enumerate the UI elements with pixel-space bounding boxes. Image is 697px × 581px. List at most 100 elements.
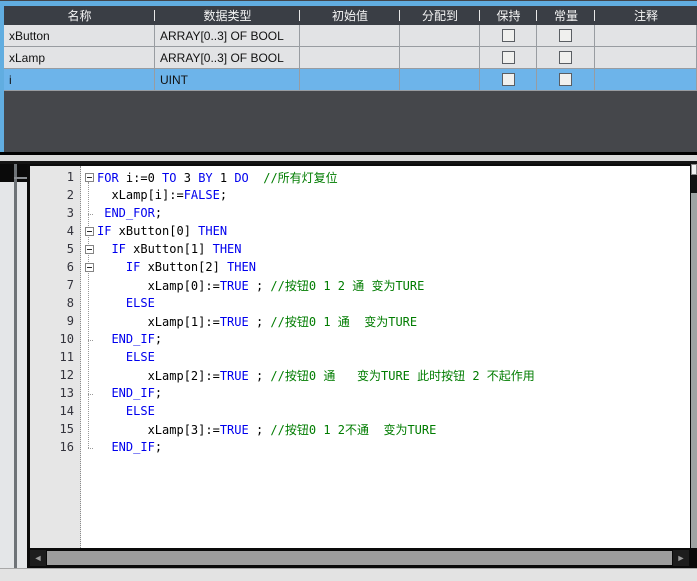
- column-header-label: 常量: [554, 7, 578, 24]
- cell-constant[interactable]: [537, 47, 595, 69]
- cell-text: ARRAY[0..3] OF BOOL: [160, 51, 284, 65]
- cell-comment[interactable]: [595, 47, 697, 69]
- table-header-row: 名称 数据类型 初始值 分配到 保持 常量注释: [4, 6, 697, 25]
- cell-type[interactable]: ARRAY[0..3] OF BOOL: [155, 25, 300, 47]
- code-line-11[interactable]: 11 ELSE: [30, 348, 690, 366]
- cell-text: UINT: [160, 73, 188, 87]
- constant-checkbox[interactable]: [559, 73, 572, 86]
- code-editor-surface[interactable]: 1FOR i:=0 TO 3 BY 1 DO //所有灯复位2 xLamp[i]…: [30, 166, 690, 548]
- code-line-16[interactable]: 16 END_IF;: [30, 438, 690, 456]
- code-line-10[interactable]: 10 END_IF;: [30, 330, 690, 348]
- retain-checkbox[interactable]: [502, 29, 515, 42]
- code-text: IF xButton[1] THEN: [97, 242, 242, 256]
- horizontal-scrollbar-thumb[interactable]: [47, 551, 672, 565]
- column-header-comment: 注释: [595, 6, 697, 25]
- cell-assign[interactable]: [400, 47, 480, 69]
- code-line-14[interactable]: 14 ELSE: [30, 402, 690, 420]
- cell-assign[interactable]: [400, 69, 480, 91]
- cell-retain[interactable]: [480, 69, 537, 91]
- var-row-xLamp[interactable]: xLamp ARRAY[0..3] OF BOOL: [4, 47, 697, 69]
- variable-declaration-table: 名称 数据类型 初始值 分配到 保持 常量注释 xButton ARRAY[0..3] OF…: [0, 0, 697, 152]
- code-text: xLamp[1]:=TRUE ; //按钮0 1 通 变为TURE: [97, 313, 417, 330]
- code-line-15[interactable]: 15 xLamp[3]:=TRUE ; //按钮0 1 2不通 变为TURE: [30, 420, 690, 438]
- cell-name[interactable]: xLamp: [4, 47, 155, 69]
- horizontal-scrollbar[interactable]: ◄ ►: [27, 548, 692, 568]
- scroll-left-icon[interactable]: ◄: [30, 550, 46, 566]
- st-code-editor[interactable]: 1FOR i:=0 TO 3 BY 1 DO //所有灯复位2 xLamp[i]…: [27, 164, 692, 548]
- fold-column: [81, 173, 97, 182]
- line-number: 9: [30, 314, 81, 328]
- fold-end-tick: [88, 213, 93, 215]
- line-number: 7: [30, 278, 81, 292]
- constant-checkbox[interactable]: [559, 51, 572, 64]
- fold-collapse-icon[interactable]: [85, 245, 94, 254]
- vertical-scrollbar-thumb[interactable]: [691, 175, 697, 193]
- fold-end-tick: [88, 339, 93, 341]
- scroll-right-icon[interactable]: ►: [673, 550, 689, 566]
- code-line-2[interactable]: 2 xLamp[i]:=FALSE;: [30, 186, 690, 204]
- cell-text: i: [9, 73, 12, 87]
- code-line-3[interactable]: 3 END_FOR;: [30, 204, 690, 222]
- fold-collapse-icon[interactable]: [85, 263, 94, 272]
- code-line-1[interactable]: 1 FOR i:=0 TO 3 BY 1 DO //所有灯复位: [30, 168, 690, 186]
- cell-name[interactable]: i: [4, 69, 155, 91]
- cell-text: xLamp: [9, 51, 45, 65]
- code-line-13[interactable]: 13 END_IF;: [30, 384, 690, 402]
- cell-type[interactable]: UINT: [155, 69, 300, 91]
- column-header-label: 分配到: [422, 7, 458, 24]
- code-line-6[interactable]: 6 IF xButton[2] THEN: [30, 258, 690, 276]
- retain-checkbox[interactable]: [502, 51, 515, 64]
- cell-init[interactable]: [300, 25, 400, 47]
- code-text: IF xButton[0] THEN: [97, 224, 227, 238]
- var-row-i[interactable]: i UINT: [4, 69, 697, 91]
- code-text: xLamp[i]:=FALSE;: [97, 188, 227, 202]
- retain-checkbox[interactable]: [502, 73, 515, 86]
- cell-retain[interactable]: [480, 25, 537, 47]
- line-number: 15: [30, 422, 81, 436]
- cell-assign[interactable]: [400, 25, 480, 47]
- line-number: 10: [30, 332, 81, 346]
- code-text: ELSE: [97, 296, 155, 310]
- column-header-label: 保持: [496, 7, 520, 24]
- code-line-8[interactable]: 8 ELSE: [30, 294, 690, 312]
- cell-comment[interactable]: [595, 69, 697, 91]
- margin-guide-line: [14, 164, 17, 568]
- code-line-9[interactable]: 9 xLamp[1]:=TRUE ; //按钮0 1 通 变为TURE: [30, 312, 690, 330]
- line-number: 6: [30, 260, 81, 274]
- column-header-label: 数据类型: [203, 7, 251, 24]
- constant-checkbox[interactable]: [559, 29, 572, 42]
- line-number: 2: [30, 188, 81, 202]
- code-lines: 1FOR i:=0 TO 3 BY 1 DO //所有灯复位2 xLamp[i]…: [30, 168, 690, 456]
- cell-constant[interactable]: [537, 25, 595, 47]
- line-number: 12: [30, 368, 81, 382]
- cell-name[interactable]: xButton: [4, 25, 155, 47]
- code-text: FOR i:=0 TO 3 BY 1 DO //所有灯复位: [97, 169, 338, 186]
- cell-retain[interactable]: [480, 47, 537, 69]
- code-line-12[interactable]: 12 xLamp[2]:=TRUE ; //按钮0 通 变为TURE 此时按钮 …: [30, 366, 690, 384]
- cell-comment[interactable]: [595, 25, 697, 47]
- fold-collapse-icon[interactable]: [85, 173, 94, 182]
- var-row-xButton[interactable]: xButton ARRAY[0..3] OF BOOL: [4, 25, 697, 47]
- code-line-4[interactable]: 4IF xButton[0] THEN: [30, 222, 690, 240]
- code-line-7[interactable]: 7 xLamp[0]:=TRUE ; //按钮0 1 2 通 变为TURE: [30, 276, 690, 294]
- vertical-scrollbar[interactable]: [691, 164, 697, 548]
- cell-text: ARRAY[0..3] OF BOOL: [160, 29, 284, 43]
- cell-init[interactable]: [300, 47, 400, 69]
- code-text: END_IF;: [97, 332, 162, 346]
- scrollbar-grip[interactable]: [691, 164, 697, 175]
- fold-collapse-icon[interactable]: [85, 227, 94, 236]
- horizontal-splitter[interactable]: [0, 152, 697, 164]
- code-line-5[interactable]: 5 IF xButton[1] THEN: [30, 240, 690, 258]
- cell-type[interactable]: ARRAY[0..3] OF BOOL: [155, 47, 300, 69]
- line-number: 3: [30, 206, 81, 220]
- editor-left-margin: [0, 164, 27, 568]
- column-header-init: 初始值: [300, 6, 400, 25]
- fold-column: [81, 263, 97, 272]
- cell-constant[interactable]: [537, 69, 595, 91]
- column-header-name: 名称: [4, 6, 155, 25]
- line-number: 16: [30, 440, 81, 454]
- fold-column: [81, 245, 97, 254]
- fold-end-tick: [88, 447, 93, 449]
- line-number: 1: [30, 170, 81, 184]
- cell-init[interactable]: [300, 69, 400, 91]
